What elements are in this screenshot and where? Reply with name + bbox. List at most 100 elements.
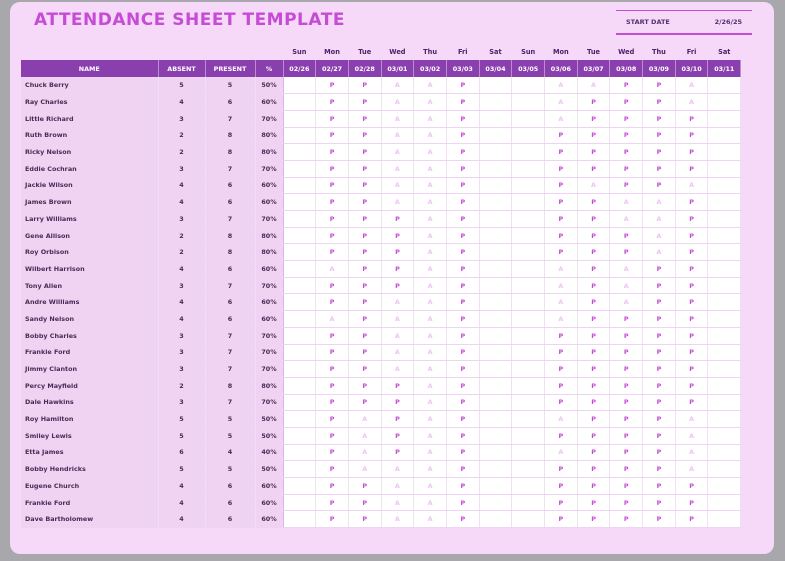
attendance-percent[interactable]: 60% [255,494,284,512]
attendance-cell[interactable] [707,477,742,495]
attendance-cell[interactable]: P [609,477,644,495]
attendance-cell[interactable]: P [315,277,349,295]
attendance-cell[interactable] [479,160,513,178]
attendance-cell[interactable]: A [413,260,447,278]
attendance-cell[interactable]: P [642,127,676,145]
attendance-cell[interactable]: A [413,210,447,228]
attendance-cell[interactable]: P [381,260,415,278]
attendance-cell[interactable] [479,260,513,278]
attendance-cell[interactable]: A [413,243,447,262]
attendance-cell[interactable]: P [642,427,676,445]
attendance-cell[interactable]: P [609,344,644,362]
attendance-cell[interactable]: P [577,377,611,395]
attendance-cell[interactable]: P [348,510,382,529]
attendance-cell[interactable]: P [609,494,644,512]
attendance-cell[interactable]: P [381,444,415,462]
present-count[interactable]: 5 [205,410,256,428]
attendance-cell[interactable] [511,410,545,428]
attendance-cell[interactable]: A [413,143,447,161]
date-header[interactable]: 03/06 [544,60,578,77]
attendance-cell[interactable]: P [348,377,382,395]
attendance-cell[interactable]: A [413,77,447,95]
attendance-cell[interactable]: A [544,277,578,295]
attendance-cell[interactable] [479,377,513,395]
date-header[interactable]: 02/28 [348,60,382,77]
attendance-cell[interactable] [479,427,513,445]
attendance-cell[interactable] [511,260,545,278]
attendance-cell[interactable] [707,177,742,195]
student-name[interactable]: Smiley Lewis [21,427,159,445]
attendance-cell[interactable]: P [315,110,349,128]
attendance-cell[interactable]: P [609,377,644,395]
attendance-cell[interactable]: P [577,360,611,378]
attendance-cell[interactable] [283,377,317,395]
attendance-cell[interactable]: P [381,227,415,245]
attendance-cell[interactable] [707,394,742,412]
attendance-cell[interactable] [479,460,513,478]
date-header[interactable]: 03/01 [381,60,415,77]
student-name[interactable]: Frankie Ford [21,494,159,512]
attendance-percent[interactable]: 70% [255,160,284,178]
attendance-cell[interactable]: P [446,427,480,445]
attendance-cell[interactable]: P [642,494,676,512]
attendance-cell[interactable] [283,193,317,211]
attendance-cell[interactable]: P [315,227,349,245]
attendance-cell[interactable] [707,227,742,245]
attendance-cell[interactable]: P [446,277,480,295]
date-header[interactable]: 03/03 [446,60,480,77]
student-name[interactable]: Sandy Nelson [21,310,159,328]
attendance-cell[interactable]: P [609,360,644,378]
attendance-cell[interactable] [707,344,742,362]
present-count[interactable]: 5 [205,460,256,478]
absent-count[interactable]: 4 [158,260,206,278]
attendance-cell[interactable]: P [642,77,676,95]
attendance-cell[interactable]: P [577,260,611,278]
attendance-cell[interactable] [511,460,545,478]
attendance-cell[interactable] [707,510,742,529]
attendance-cell[interactable]: P [577,344,611,362]
student-name[interactable]: Eddie Cochran [21,160,159,178]
attendance-cell[interactable]: P [315,243,349,262]
absent-count[interactable]: 3 [158,344,206,362]
attendance-cell[interactable] [707,494,742,512]
student-name[interactable]: Jackie Wilson [21,177,159,195]
attendance-cell[interactable] [283,410,317,428]
attendance-cell[interactable] [511,127,545,145]
attendance-cell[interactable] [283,260,317,278]
attendance-cell[interactable]: P [642,344,676,362]
attendance-cell[interactable]: A [544,310,578,328]
attendance-cell[interactable] [479,243,513,262]
attendance-cell[interactable] [511,444,545,462]
attendance-cell[interactable]: P [642,410,676,428]
attendance-cell[interactable]: P [348,360,382,378]
present-count[interactable]: 8 [205,127,256,145]
attendance-cell[interactable]: P [675,277,709,295]
attendance-cell[interactable]: P [315,427,349,445]
attendance-cell[interactable]: P [675,227,709,245]
attendance-cell[interactable] [283,160,317,178]
attendance-cell[interactable] [479,177,513,195]
attendance-cell[interactable]: A [413,293,447,312]
attendance-cell[interactable]: A [413,344,447,362]
attendance-cell[interactable]: P [446,110,480,128]
attendance-cell[interactable]: A [413,227,447,245]
attendance-cell[interactable]: P [577,327,611,345]
attendance-cell[interactable]: P [348,260,382,278]
attendance-cell[interactable]: P [348,93,382,111]
absent-count[interactable]: 2 [158,243,206,262]
attendance-cell[interactable]: P [315,127,349,145]
attendance-cell[interactable] [283,310,317,328]
attendance-cell[interactable]: A [315,310,349,328]
attendance-percent[interactable]: 60% [255,293,284,312]
attendance-cell[interactable] [283,243,317,262]
attendance-cell[interactable] [283,494,317,512]
attendance-cell[interactable] [283,427,317,445]
attendance-cell[interactable]: P [577,427,611,445]
present-count[interactable]: 5 [205,77,256,95]
attendance-cell[interactable] [479,127,513,145]
present-count[interactable]: 6 [205,310,256,328]
attendance-cell[interactable]: A [381,310,415,328]
attendance-cell[interactable] [511,510,545,529]
attendance-cell[interactable]: P [315,210,349,228]
attendance-cell[interactable]: A [544,93,578,111]
